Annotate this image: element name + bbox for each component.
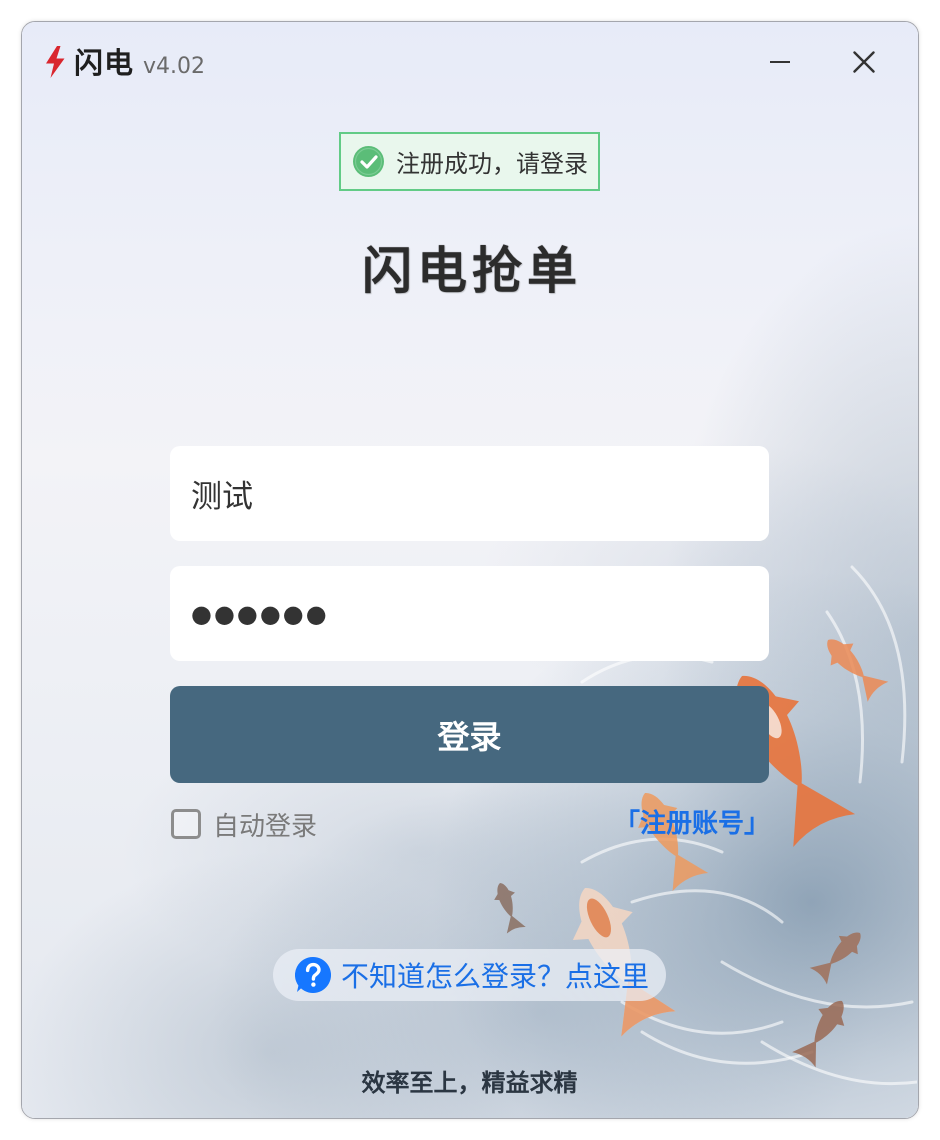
toast-message: 注册成功，请登录 [396, 150, 588, 178]
auto-login-option[interactable]: 自动登录 [171, 809, 317, 842]
login-help-link[interactable]: 不知道怎么登录？点这里 [273, 949, 666, 1001]
minimize-button[interactable] [756, 42, 804, 82]
koi-fish [816, 628, 890, 703]
koi-fish [808, 923, 870, 986]
password-input[interactable] [170, 566, 769, 661]
minimize-icon [770, 60, 790, 64]
auto-login-checkbox[interactable] [171, 809, 201, 839]
login-help-text: 不知道怎么登录？点这里 [341, 960, 650, 993]
close-icon [853, 51, 875, 73]
water-ripple [630, 889, 784, 924]
question-circle-icon [295, 957, 331, 993]
app-name: 闪电 [74, 46, 135, 80]
water-ripple [640, 1030, 814, 1065]
title-bar: 闪电 v4.02 [74, 44, 205, 82]
app-version: v4.02 [143, 54, 206, 79]
close-button[interactable] [840, 42, 888, 82]
water-ripple [825, 610, 865, 784]
username-input[interactable] [170, 446, 769, 541]
success-toast: 注册成功，请登录 [339, 132, 600, 191]
brand-title: 闪电抢单 [362, 241, 582, 300]
footer-slogan: 效率至上，精益求精 [361, 1069, 578, 1097]
lightning-bolt-icon [44, 46, 66, 78]
login-window: 闪电 v4.02 注册成功，请登录 闪电抢单 登录 自动登录 「注册账号」 不知… [21, 21, 919, 1119]
auto-login-label: 自动登录 [213, 811, 318, 842]
water-ripple [580, 837, 724, 864]
koi-fish [489, 879, 527, 934]
login-button[interactable]: 登录 [170, 686, 769, 783]
check-circle-icon [353, 146, 384, 177]
water-ripple [850, 565, 907, 764]
register-account-link[interactable]: 「注册账号」 [614, 809, 770, 839]
